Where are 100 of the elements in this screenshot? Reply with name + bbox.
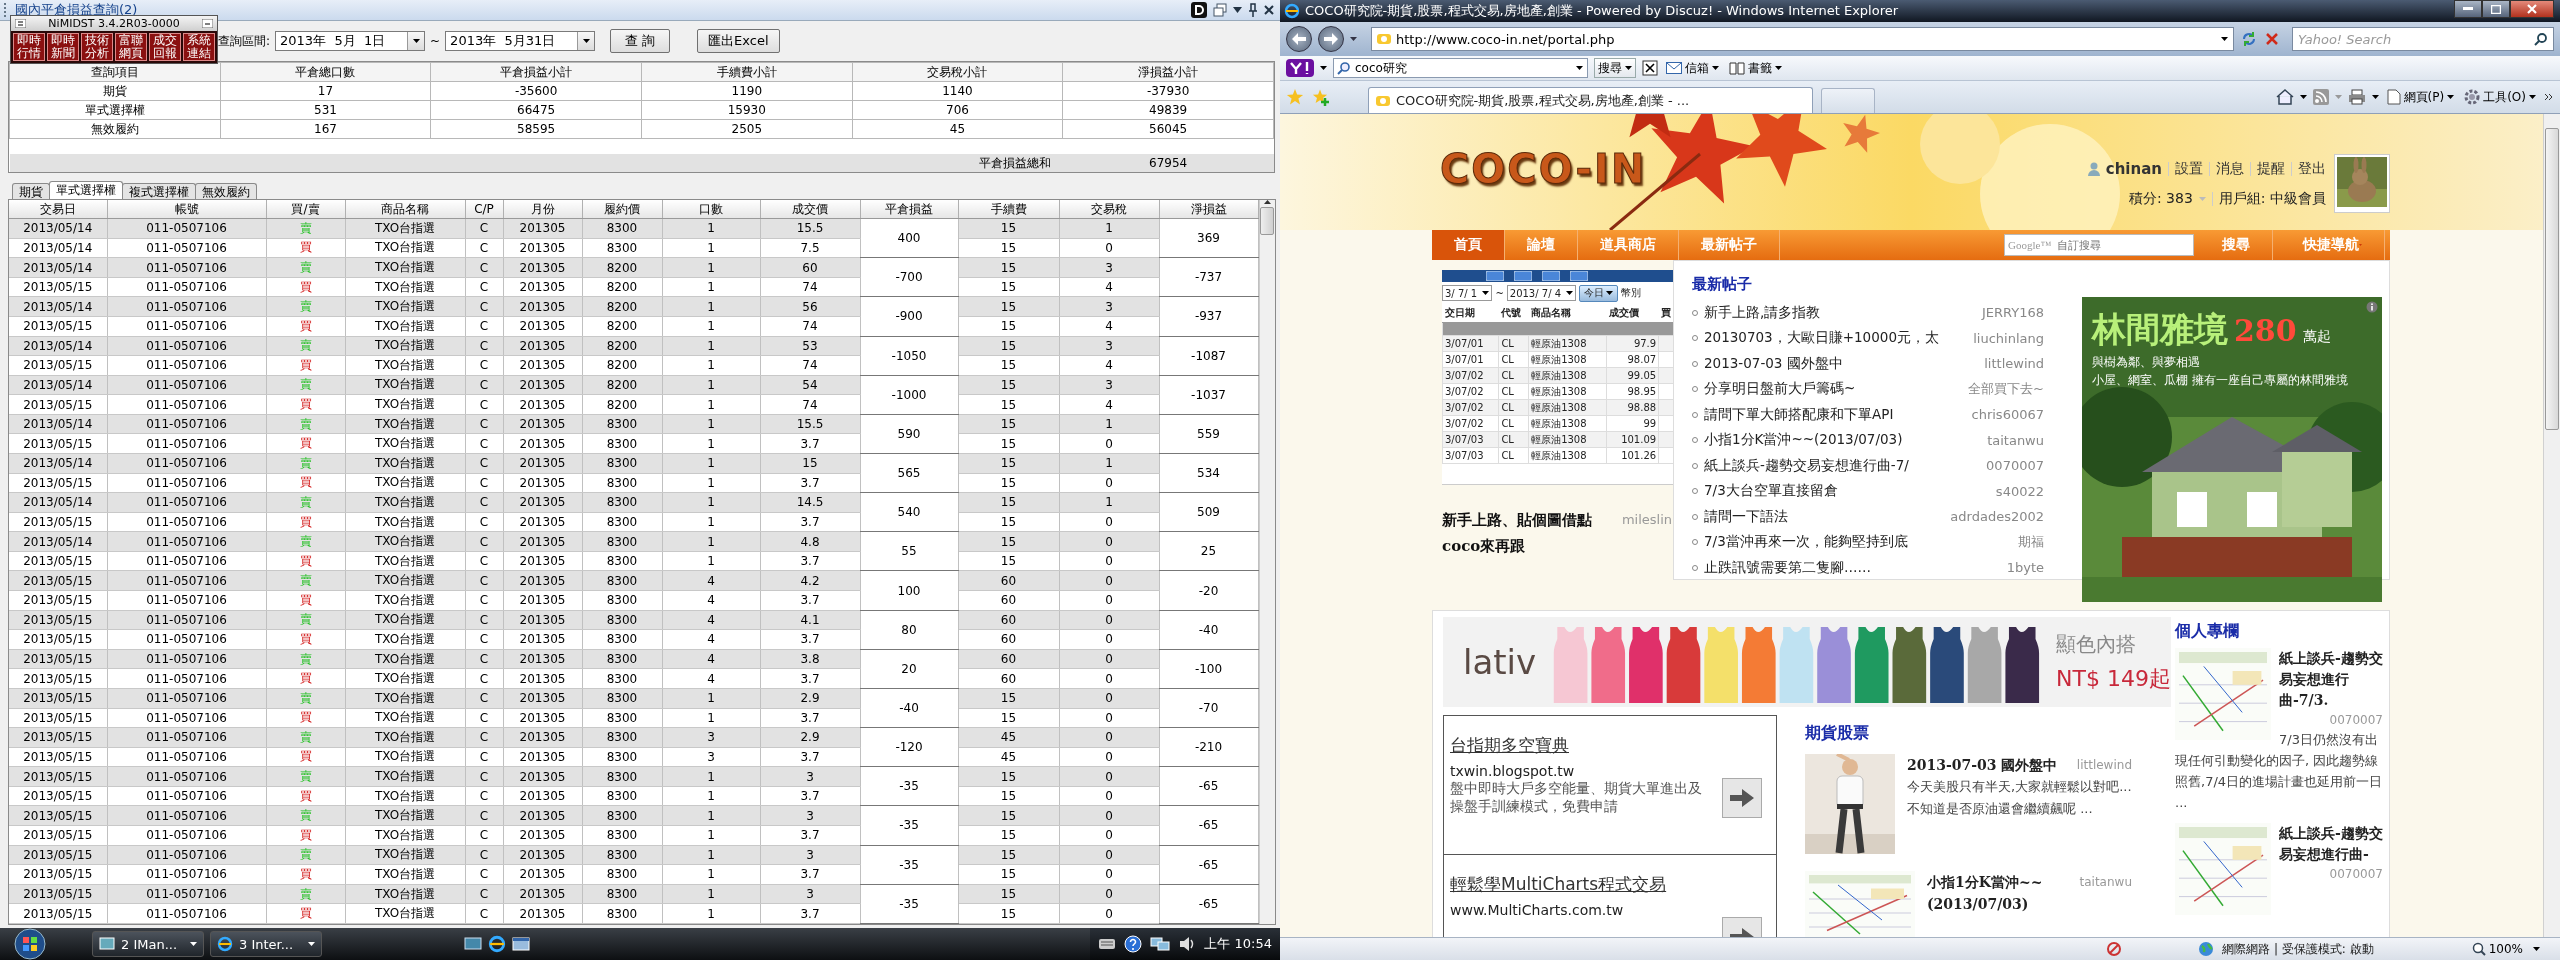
logo-icon[interactable] (1286, 59, 1314, 77)
feed-icon[interactable] (2312, 89, 2329, 105)
home-icon[interactable] (2275, 89, 2294, 105)
search-field[interactable]: Yahoo! Search (2292, 27, 2554, 51)
post-title[interactable]: 新手上路、貼個圖借點coco來再跟 (1442, 507, 1622, 559)
close-icon[interactable] (1264, 5, 1274, 15)
refresh-icon[interactable] (2240, 30, 2258, 48)
taskbar-button[interactable]: 2 IMan... (92, 931, 204, 957)
post-link[interactable]: 2013-07-03 國外盤中 (1704, 354, 1977, 373)
close-button[interactable] (2510, 0, 2554, 18)
post-author[interactable]: adrdades2002 (1950, 509, 2044, 525)
shortcut-button[interactable]: 富聯網頁 (115, 33, 147, 61)
maximize-button[interactable] (2482, 0, 2510, 18)
shortcut-button[interactable]: 即時行情 (13, 33, 45, 61)
search-field[interactable]: coco研究 (1333, 58, 1588, 78)
post-title[interactable]: 小指1分K當沖~~(2013/07/03) (1927, 871, 2074, 915)
post-link[interactable]: 新手上路,請多指教 (1704, 303, 1974, 322)
forward-button[interactable] (1318, 26, 1344, 52)
close-icon[interactable] (1642, 60, 1658, 76)
scrollbar-thumb[interactable] (2545, 128, 2559, 430)
post-author[interactable]: 0070007 (1986, 458, 2044, 474)
browser-tab[interactable]: COCO研究院-期貨,股票,程式交易,房地產,創業 - ... (1368, 87, 1813, 113)
clock[interactable]: 上午 10:54 (1204, 935, 1272, 953)
app-icon[interactable] (1191, 2, 1207, 18)
mail-button[interactable]: 信箱 (1664, 59, 1721, 77)
table-cell: 8300 (582, 433, 662, 454)
menu-icon[interactable] (15, 19, 26, 28)
post-link[interactable]: 20130703，大歐日賺+10000元，太 (1704, 329, 1966, 348)
print-icon[interactable] (2347, 89, 2366, 105)
search-button[interactable]: 搜尋 (1594, 58, 1636, 78)
info-icon[interactable] (2366, 301, 2378, 313)
post-link[interactable]: 分享明日盤前大戶籌碼~ (1704, 380, 1961, 399)
table-cell: 0 (1059, 512, 1159, 532)
advertisement[interactable]: 林間雅境 280 萬起 與樹為鄰、與夢相遇 小屋、網室、瓜棚 擁有一座自己專屬的林間雅境 (2082, 297, 2382, 602)
post-author[interactable]: 期福 (2018, 533, 2044, 552)
post-title[interactable]: 紙上談兵-趨勢交易妄想進行曲-7/3. (2279, 648, 2383, 711)
help-icon[interactable] (1124, 935, 1143, 953)
table-cell: 1 (662, 825, 760, 846)
tools-menu[interactable]: 工具(O) (2462, 88, 2538, 106)
browser-icon[interactable] (488, 935, 506, 953)
post-link[interactable]: 紙上談兵-趨勢交易妄想進行曲-7/ (1704, 456, 1979, 475)
post-author[interactable]: chris60067 (1971, 407, 2044, 423)
tab[interactable]: 無效履約 (195, 183, 257, 199)
scrollbar-thumb[interactable] (1260, 207, 1275, 235)
bookmarks-button[interactable]: 書籤 (1727, 59, 1784, 77)
post-link[interactable]: 請問下單大師搭配康和下單API (1704, 405, 1964, 424)
date-select[interactable]: 2013年 5月31日 (445, 31, 596, 51)
pin-icon[interactable] (1248, 3, 1258, 17)
caret-icon[interactable] (1233, 7, 1242, 13)
post-author[interactable]: 全部買下去~ (1968, 380, 2044, 399)
arrow-button[interactable] (1722, 778, 1762, 818)
table-cell: -65 (1159, 845, 1258, 885)
post-link[interactable]: 7/3大台空單直接留倉 (1704, 482, 1988, 501)
zoom-button[interactable]: 100% (2469, 942, 2525, 956)
table-cell: 56045 (1149, 122, 1188, 136)
post-author[interactable]: littlewind (1984, 356, 2044, 372)
keyboard-icon[interactable] (1098, 938, 1117, 950)
search-icon[interactable] (2534, 32, 2548, 46)
favorites-star-icon[interactable] (1286, 88, 1304, 106)
caret-icon (1712, 66, 1719, 70)
chevron-icon[interactable] (2544, 93, 2554, 101)
export-button[interactable]: 匯出Excel (697, 29, 780, 53)
window-icon[interactable] (512, 936, 530, 952)
post-link[interactable]: 請問一下語法 (1704, 507, 1943, 526)
shortcut-button[interactable]: 成交回報 (149, 33, 181, 61)
post-author[interactable]: s40022 (1995, 483, 2044, 499)
post-author[interactable]: taitanwu (1987, 432, 2044, 448)
ad-link[interactable]: 輕鬆學MultiCharts程式交易 (1450, 873, 1770, 896)
scrollbar[interactable] (2543, 114, 2560, 937)
post-author[interactable]: 1byte (2006, 560, 2044, 576)
network-icon[interactable] (1150, 935, 1171, 953)
ad-link[interactable]: 台指期多空寶典 (1450, 734, 1770, 757)
post-link[interactable]: 止跌訊號需要第二隻腳…… (1704, 558, 1999, 577)
post-link[interactable]: 7/3當沖再來一次，能夠堅持到底 (1704, 533, 2010, 552)
shortcut-button[interactable]: 即時新聞 (47, 33, 79, 61)
post-link[interactable]: 小指1分K當沖~~(2013/07/03) (1704, 431, 1980, 450)
nav-tab[interactable]: 首頁 (1432, 230, 1505, 260)
add-favorite-icon[interactable] (1312, 88, 1330, 106)
post-title[interactable]: 2013-07-03 國外盤中 (1907, 754, 2071, 776)
post-author[interactable]: liuchinlang (1973, 330, 2044, 346)
post-author[interactable]: JERRY168 (1981, 305, 2044, 321)
back-button[interactable] (1286, 26, 1312, 52)
address-field[interactable]: http://www.coco-in.net/portal.php (1371, 27, 2234, 51)
banner-ad[interactable]: lativ 顯色內搭 NT$ 149起 (1443, 617, 2171, 707)
minimize-button[interactable] (2454, 0, 2482, 18)
minimize-icon[interactable] (202, 19, 213, 28)
query-button[interactable]: 查 詢 (610, 29, 671, 53)
restore-icon[interactable] (1213, 3, 1227, 17)
table-cell: 400 (860, 218, 958, 258)
desktop-icon[interactable] (464, 936, 482, 952)
shortcut-button[interactable]: 系統連結 (183, 33, 215, 61)
post-title[interactable]: 紙上談兵-趨勢交易妄想進行曲- (2279, 823, 2383, 865)
page-menu[interactable]: 網頁(P) (2384, 88, 2457, 106)
tab[interactable]: 單式選擇權 (49, 181, 123, 199)
tab[interactable]: 期貨 (12, 183, 50, 199)
tab[interactable]: 複式選擇權 (122, 183, 196, 199)
stop-icon[interactable] (2264, 31, 2280, 47)
date-select[interactable]: 2013年 5月 1日 (275, 31, 426, 51)
shortcut-button[interactable]: 技術分析 (81, 33, 113, 61)
taskbar-button[interactable]: 3 Inter... (210, 931, 322, 957)
